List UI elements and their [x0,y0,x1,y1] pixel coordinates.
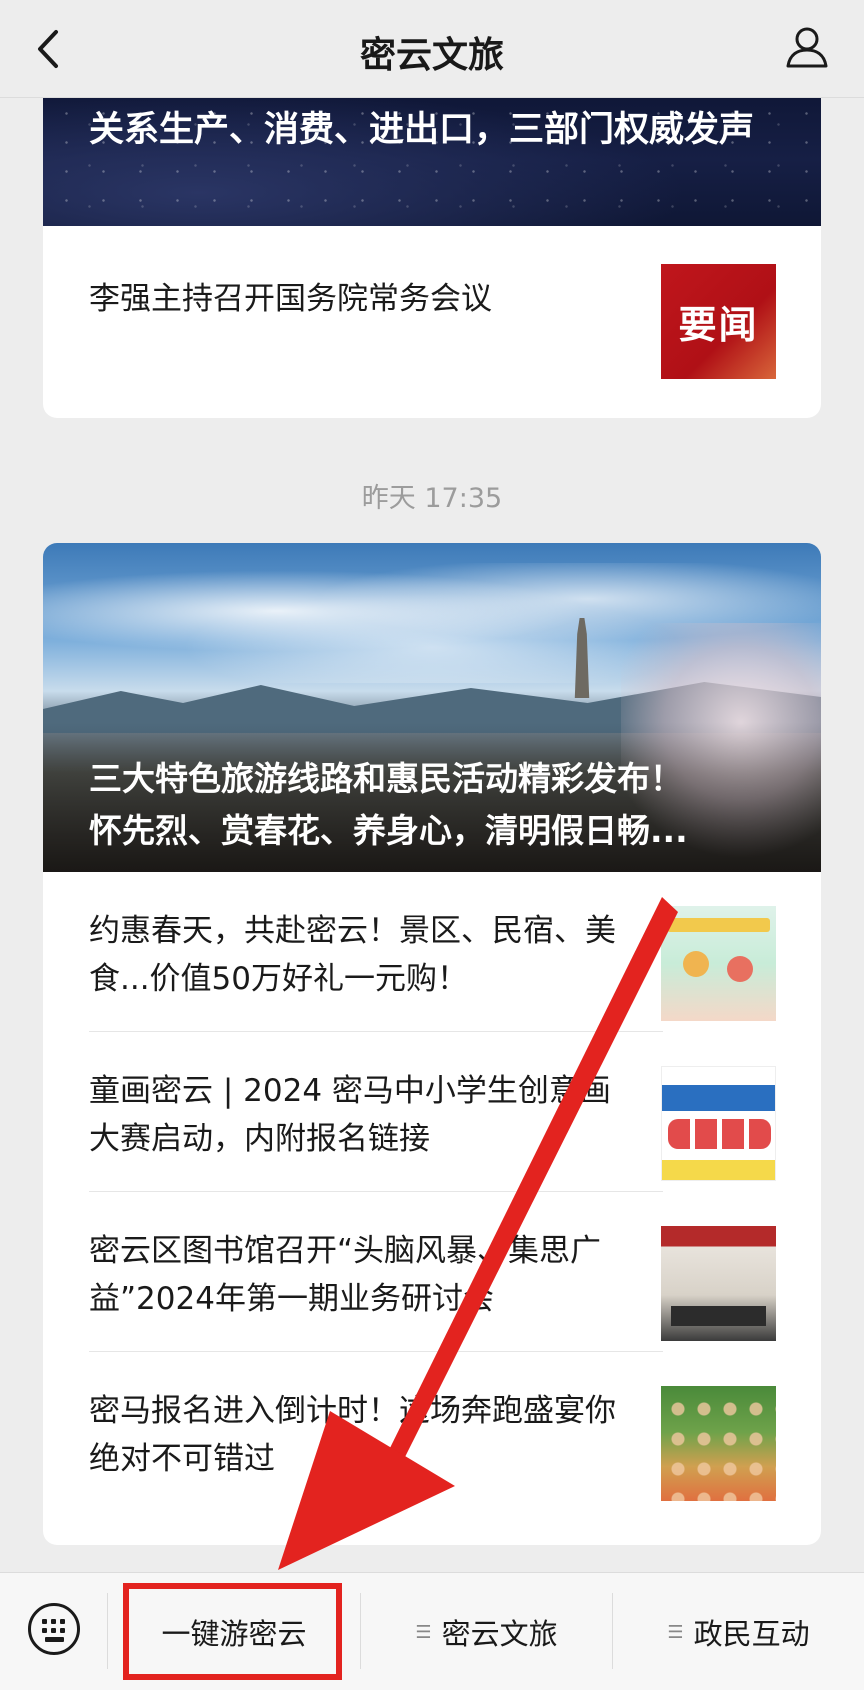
list-item-title[interactable]: 童画密云 | 2024 密马中小学生创意画大赛启动，内附报名链接 [89,1067,629,1163]
tab-miyun-wenlv[interactable]: ☰ 密云文旅 [361,1573,612,1690]
tab-zhengmin-hudong[interactable]: ☰ 政民互动 [613,1573,864,1690]
article-card-previous: 关系生产、消费、进出口，三部门权威发声 李强主持召开国务院常务会议 要闻 [43,60,821,418]
list-item-thumbnail[interactable] [661,906,776,1021]
thumbnail-table [671,1306,766,1326]
thumbnail-figure [683,951,709,977]
tab-label: 密云文旅 [441,1617,558,1651]
article-card: 三大特色旅游线路和惠民活动精彩发布！ 怀先烈、赏春花、养身心，清明假日畅... … [43,543,821,1545]
list-item-title[interactable]: 李强主持召开国务院常务会议 [89,275,629,323]
message-timestamp: 昨天 17:35 [361,483,503,514]
profile-icon[interactable] [784,24,830,70]
list-item[interactable]: 密云区图书馆召开“头脑风暴、集思广益”2024年第一期业务研讨会 [43,1192,821,1352]
keyboard-key [51,1619,56,1624]
thumbnail-dots [668,1119,771,1149]
keyboard-key [51,1628,56,1633]
keyboard-icon[interactable] [28,1603,80,1655]
nav-header: 密云文旅 [0,0,864,98]
thumbnail-banner [667,918,770,932]
list-item[interactable]: 李强主持召开国务院常务会议 要闻 [43,226,821,418]
thumbnail-banner [662,1085,775,1111]
menu-icon: ☰ [415,1621,432,1643]
page-title: 密云文旅 [359,35,504,76]
keyboard-key [42,1628,47,1633]
hero-title-line-1: 三大特色旅游线路和惠民活动精彩发布！ [89,759,683,798]
keyboard-spacebar [45,1637,64,1642]
thumbnail-crowd [661,1386,776,1501]
hero-image[interactable]: 三大特色旅游线路和惠民活动精彩发布！ 怀先烈、赏春花、养身心，清明假日畅... [43,543,821,872]
list-item-title[interactable]: 密云区图书馆召开“头脑风暴、集思广益”2024年第一期业务研讨会 [89,1227,629,1323]
hero-title-line-2: 怀先烈、赏春花、养身心，清明假日畅... [89,811,688,850]
list-item-thumbnail[interactable] [661,1066,776,1181]
thumbnail-figure [727,956,753,982]
list-item-title[interactable]: 约惠春天，共赴密云！景区、民宿、美食...价值50万好礼一元购！ [89,907,629,1003]
keyboard-key [60,1619,65,1624]
list-item-thumbnail[interactable]: 要闻 [661,264,776,379]
list-item[interactable]: 约惠春天，共赴密云！景区、民宿、美食...价值50万好礼一元购！ [43,872,821,1032]
hero-title[interactable]: 三大特色旅游线路和惠民活动精彩发布！ 怀先烈、赏春花、养身心，清明假日畅... [89,753,789,857]
menu-icon: ☰ [667,1621,684,1643]
list-item[interactable]: 密马报名进入倒计时！这场奔跑盛宴你绝对不可错过 [43,1352,821,1512]
thumbnail-footer [662,1160,775,1180]
list-item-thumbnail[interactable] [661,1226,776,1341]
keyboard-key [60,1628,65,1633]
list-item-title[interactable]: 密马报名进入倒计时！这场奔跑盛宴你绝对不可错过 [89,1387,629,1483]
keyboard-key [42,1619,47,1624]
list-item[interactable]: 童画密云 | 2024 密马中小学生创意画大赛启动，内附报名链接 [43,1032,821,1192]
list-item-thumbnail[interactable] [661,1386,776,1501]
thumbnail-text: 要闻 [678,302,759,347]
banner-title[interactable]: 关系生产、消费、进出口，三部门权威发声 [89,102,789,158]
annotation-highlight-box [123,1583,342,1680]
tab-label: 政民互动 [693,1617,810,1651]
